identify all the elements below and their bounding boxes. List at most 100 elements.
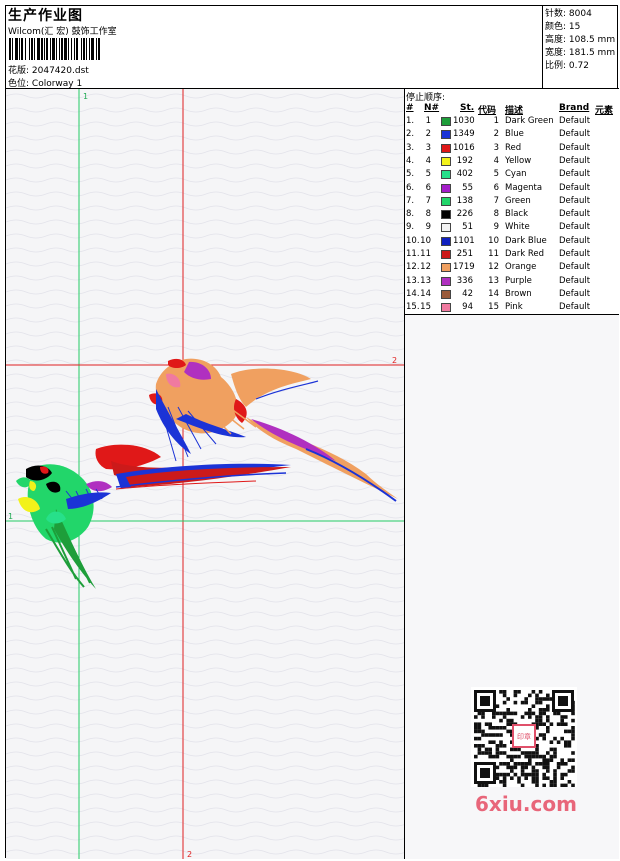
col-header-element: 元素	[595, 106, 614, 116]
row-index: 5.	[406, 169, 415, 180]
barcode-image	[9, 38, 142, 60]
row-description: Dark Red	[505, 249, 545, 259]
stat-value: 108.5 mm	[568, 35, 616, 45]
row-code: 8	[493, 209, 499, 220]
col-header-brand: Brand	[559, 103, 590, 113]
row-stitches: 42	[462, 288, 473, 299]
row-needle: 14	[420, 288, 431, 299]
row-needle: 10	[420, 235, 431, 246]
stat-value: 0.72	[568, 61, 589, 71]
stat-scale: 比例: 0.72	[545, 58, 589, 71]
stat-height: 高度: 108.5 mm	[545, 32, 615, 45]
row-stitches: 336	[456, 275, 473, 286]
row-code: 11	[488, 249, 499, 259]
row-brand: Default	[559, 302, 591, 313]
table-row: 11. 11 251 11 Dark Red Default	[405, 249, 619, 262]
row-code: 14	[488, 288, 499, 299]
stat-colors: 颜色: 15	[545, 19, 580, 32]
stat-label: 针数:	[545, 9, 567, 19]
row-brand: Default	[559, 288, 591, 299]
row-brand: Default	[559, 142, 591, 153]
row-brand: Default	[559, 155, 591, 166]
design-preview-canvas[interactable]: 1 2 1 2	[6, 89, 405, 859]
stop-sequence-title: 停止顺序:	[406, 93, 446, 103]
row-description: Yellow	[505, 155, 532, 166]
color-swatch	[441, 289, 451, 299]
row-index: 2.	[406, 129, 415, 140]
row-stitches: 1719	[453, 262, 475, 273]
table-row: 9. 9 51 9 White Default	[405, 222, 619, 235]
row-brand: Default	[559, 195, 591, 206]
color-swatch	[441, 196, 451, 206]
table-row: 7. 7 138 7 Green Default	[405, 196, 619, 209]
row-stitches: 251	[456, 249, 473, 259]
design-label: 花版:	[8, 66, 32, 76]
row-needle: 13	[420, 275, 431, 286]
color-swatch	[441, 263, 451, 273]
table-row: 15. 15 94 15 Pink Default	[405, 302, 619, 315]
colorway-label: 色位:	[8, 79, 32, 89]
row-stitches: 192	[456, 155, 473, 166]
table-row: 1. 1 1030 1 Dark Green Default	[405, 116, 619, 129]
row-description: Blue	[505, 129, 524, 140]
page-title: 生产作业图	[8, 8, 83, 24]
col-header-code: 代码	[478, 106, 497, 116]
row-needle: 9	[425, 222, 431, 233]
row-needle: 2	[425, 129, 431, 140]
row-code: 4	[493, 155, 499, 166]
row-needle: 7	[425, 195, 431, 206]
row-stitches: 226	[456, 209, 473, 220]
table-row: 2. 2 1349 2 Blue Default	[405, 129, 619, 142]
table-row: 3. 3 1016 3 Red Default	[405, 143, 619, 156]
row-needle: 4	[425, 155, 431, 166]
row-code: 12	[488, 262, 499, 273]
colorway-value: Colorway 1	[31, 79, 83, 89]
row-code: 5	[493, 169, 499, 180]
stat-stitches: 针数: 8004	[545, 6, 592, 19]
row-code: 13	[488, 275, 499, 286]
col-header-stitches: St.	[460, 103, 475, 113]
stat-label: 宽度:	[545, 48, 567, 58]
row-brand: Default	[559, 262, 591, 273]
color-swatch	[441, 236, 451, 246]
color-swatch	[441, 143, 451, 153]
stat-label: 高度:	[545, 35, 567, 45]
color-swatch	[441, 117, 451, 126]
design-file-name: 2047420.dst	[31, 66, 89, 76]
production-worksheet: 生产作业图 Wilcom(汇 宏) 鼓饰工作室 花版: 2047420.dst …	[5, 5, 619, 859]
row-brand: Default	[559, 116, 591, 126]
row-description: Orange	[505, 262, 537, 273]
row-stitches: 94	[462, 302, 473, 313]
row-description: White	[505, 222, 530, 233]
row-stitches: 1030	[453, 116, 475, 126]
row-description: Purple	[505, 275, 532, 286]
row-brand: Default	[559, 249, 591, 259]
row-code: 9	[493, 222, 499, 233]
color-swatch	[441, 223, 451, 233]
row-stitches: 51	[462, 222, 473, 233]
row-brand: Default	[559, 275, 591, 286]
table-row: 14. 14 42 14 Brown Default	[405, 289, 619, 302]
qr-badge-text: 印章	[517, 732, 531, 741]
color-swatch	[441, 156, 451, 166]
watermark-area: 印章 6xiu.com	[405, 315, 619, 859]
row-needle: 11	[420, 249, 431, 259]
row-code: 7	[493, 195, 499, 206]
color-swatch	[441, 170, 451, 180]
col-header-description: 描述	[505, 106, 524, 116]
guide-label-v2: 2	[187, 850, 192, 859]
row-code: 3	[493, 142, 499, 153]
table-row: 8. 8 226 8 Black Default	[405, 209, 619, 222]
row-brand: Default	[559, 129, 591, 140]
stat-value: 15	[568, 22, 581, 32]
table-row: 5. 5 402 5 Cyan Default	[405, 169, 619, 182]
row-index: 3.	[406, 142, 415, 153]
col-header-index: #	[406, 103, 414, 113]
row-description: Red	[505, 142, 522, 153]
watermark-site-text: 6xiu.com	[475, 792, 577, 816]
row-stitches: 402	[456, 169, 473, 180]
guide-label-h2: 2	[392, 356, 397, 365]
row-brand: Default	[559, 169, 591, 180]
row-brand: Default	[559, 182, 591, 193]
row-index: 4.	[406, 155, 415, 166]
